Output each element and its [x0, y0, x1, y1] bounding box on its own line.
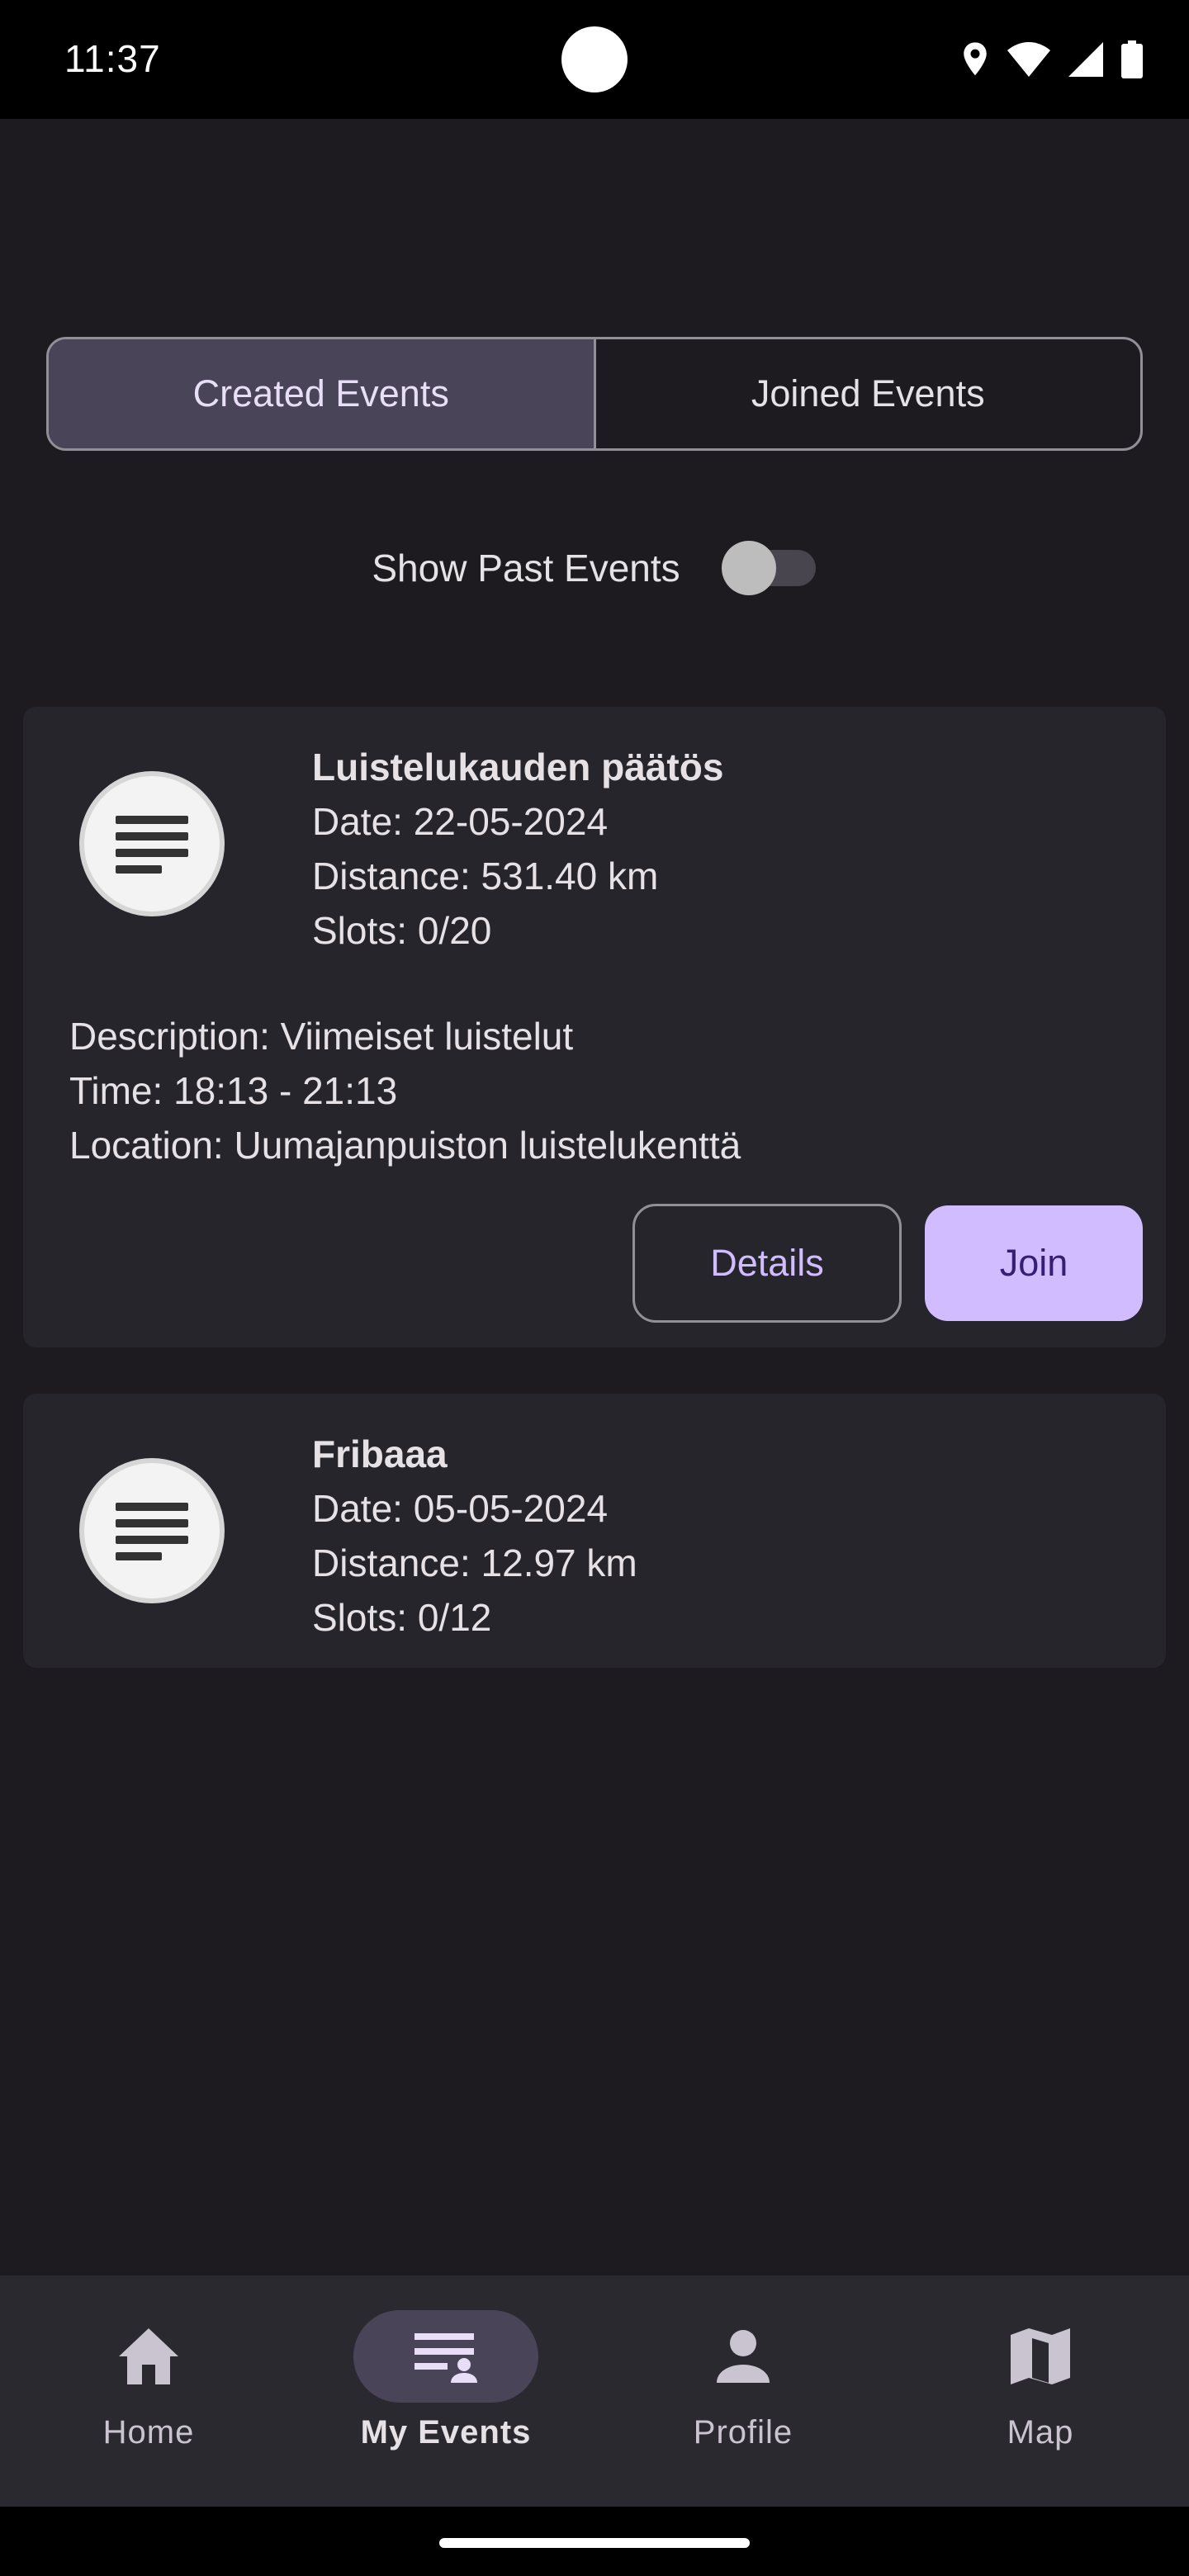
map-icon: [1007, 2323, 1073, 2389]
location-icon: [961, 41, 989, 78]
home-icon: [116, 2323, 182, 2389]
status-icons: [961, 36, 1143, 83]
tab-joined-events[interactable]: Joined Events: [596, 339, 1141, 448]
event-summary: Luistelukauden päätös Date: 22-05-2024 D…: [312, 740, 723, 958]
event-location: Location: Uumajanpuiston luistelukenttä: [69, 1124, 741, 1167]
switch-thumb: [721, 541, 776, 595]
nav-map[interactable]: Map: [892, 2275, 1189, 2507]
details-button[interactable]: Details: [632, 1204, 902, 1323]
nav-label: Map: [1007, 2414, 1074, 2451]
event-card[interactable]: Luistelukauden päätös Date: 22-05-2024 D…: [23, 707, 1166, 1347]
event-distance: Distance: 12.97 km: [312, 1541, 637, 1584]
nav-label: Profile: [693, 2414, 793, 2451]
my-events-icon: [413, 2323, 479, 2389]
nav-label: My Events: [360, 2414, 532, 2451]
event-slots: Slots: 0/12: [312, 1596, 492, 1639]
status-time: 11:37: [64, 37, 161, 80]
person-icon: [710, 2323, 776, 2389]
home-gesture-handle[interactable]: [439, 2538, 750, 2548]
nav-home[interactable]: Home: [0, 2275, 297, 2507]
event-slots: Slots: 0/20: [312, 909, 492, 952]
event-tabs: Created Events Joined Events: [46, 337, 1143, 451]
event-title: Fribaaa: [312, 1432, 448, 1475]
event-summary: Fribaaa Date: 05-05-2024 Distance: 12.97…: [312, 1427, 637, 1645]
nav-profile[interactable]: Profile: [594, 2275, 892, 2507]
event-distance: Distance: 531.40 km: [312, 855, 659, 897]
show-past-events-label: Show Past Events: [372, 547, 680, 590]
tab-created-events[interactable]: Created Events: [49, 339, 596, 448]
bottom-navigation: Home My Events Profile Map: [0, 2275, 1189, 2507]
notes-icon: [79, 1458, 225, 1603]
event-date: Date: 05-05-2024: [312, 1487, 609, 1530]
event-time: Time: 18:13 - 21:13: [69, 1069, 398, 1112]
status-bar: 11:37: [0, 0, 1189, 119]
signal-icon: [1068, 42, 1103, 77]
event-details: Description: Viimeiset luistelut Time: 1…: [69, 1009, 741, 1172]
battery-icon: [1121, 40, 1143, 78]
wifi-icon: [1007, 42, 1050, 77]
camera-cutout: [561, 26, 628, 92]
event-date: Date: 22-05-2024: [312, 800, 609, 843]
event-card[interactable]: Fribaaa Date: 05-05-2024 Distance: 12.97…: [23, 1394, 1166, 1668]
nav-label: Home: [102, 2414, 195, 2451]
event-title: Luistelukauden päätös: [312, 746, 724, 788]
notes-icon: [79, 771, 225, 916]
event-description: Description: Viimeiset luistelut: [69, 1015, 574, 1058]
show-past-events-row: Show Past Events: [0, 535, 1189, 601]
join-button[interactable]: Join: [925, 1205, 1143, 1321]
nav-my-events[interactable]: My Events: [297, 2275, 594, 2507]
gesture-bar: [0, 2507, 1189, 2576]
show-past-events-switch[interactable]: [721, 541, 817, 595]
